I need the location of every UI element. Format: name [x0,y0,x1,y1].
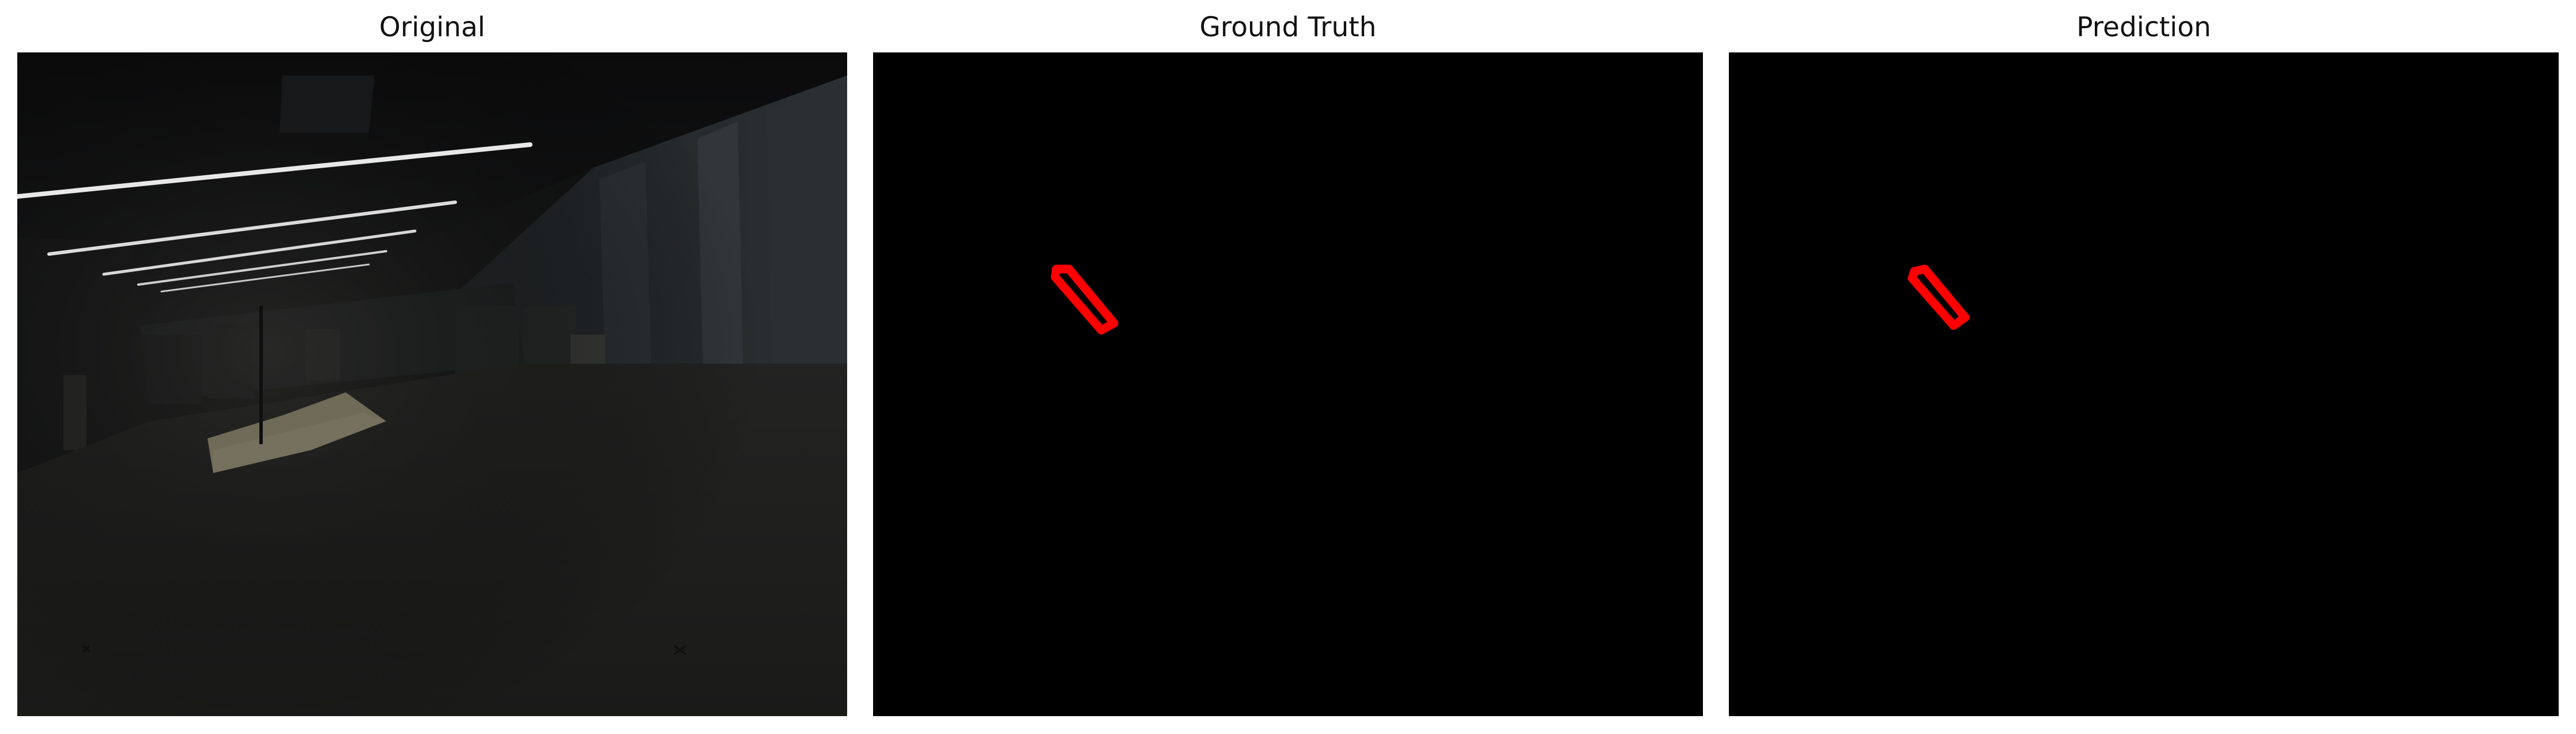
ground-truth-mask [873,52,1703,716]
figure: Original Ground Truth Prediction [0,0,2576,734]
mask-background [1729,52,2559,716]
panel-title-prediction: Prediction [2076,12,2211,43]
panel-title-original: Original [379,12,485,43]
prediction-mask [1729,52,2559,716]
warehouse-scene [17,52,847,716]
panel-title-ground-truth: Ground Truth [1199,12,1377,43]
mask-background [873,52,1703,716]
ground-truth-mask-canvas [873,52,1703,716]
original-image [17,52,847,716]
prediction-mask-canvas [1729,52,2559,716]
